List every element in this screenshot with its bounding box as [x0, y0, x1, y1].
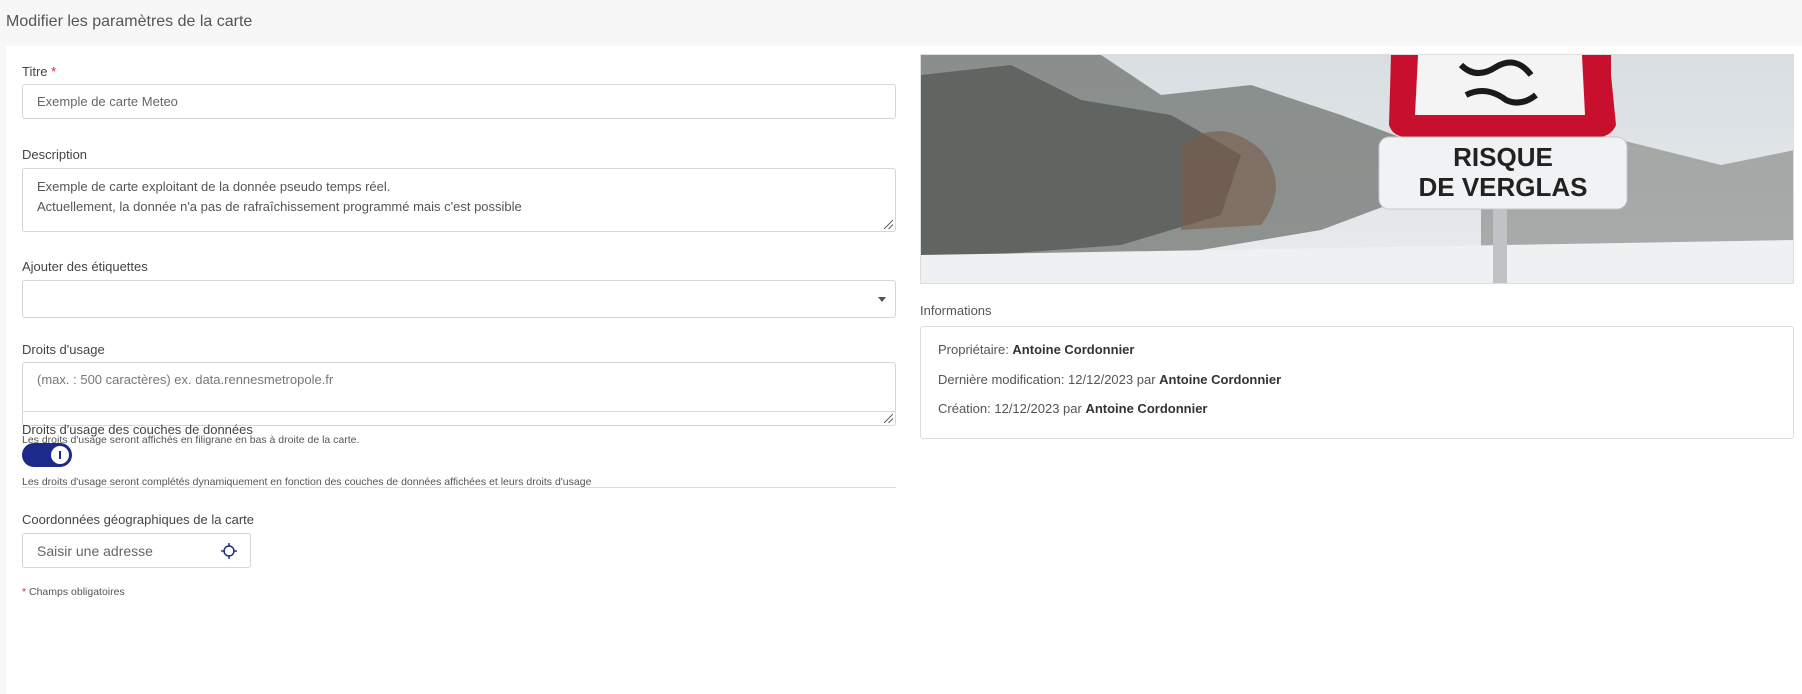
title-field: Titre * Exemple de carte Meteo [22, 64, 896, 119]
sign-text-line-2: DE VERGLAS [1418, 172, 1587, 202]
usage-rights-textarea[interactable]: (max. : 500 caractères) ex. data.rennesm… [22, 362, 896, 426]
toggle-knob [51, 446, 69, 464]
settings-panel: Titre * Exemple de carte Meteo Descripti… [6, 46, 1802, 694]
tags-field: Ajouter des étiquettes [22, 259, 896, 318]
info-section-label: Informations [920, 303, 992, 318]
owner-name: Antoine Cordonnier [1012, 342, 1135, 357]
address-input[interactable]: Saisir une adresse [22, 533, 251, 568]
tags-select[interactable] [22, 280, 896, 318]
layer-rights-toggle[interactable] [22, 443, 72, 467]
title-input[interactable]: Exemple de carte Meteo [22, 84, 896, 119]
coordinates-field: Coordonnées géographiques de la carte Sa… [22, 512, 254, 568]
created-by: Antoine Cordonnier [1085, 401, 1208, 416]
usage-rights-placeholder: (max. : 500 caractères) ex. data.rennesm… [37, 372, 334, 387]
owner-line: Propriétaire: Antoine Cordonnier [938, 340, 1776, 370]
layer-rights-field: Droits d'usage des couches de données Le… [22, 422, 591, 488]
description-field: Description Exemple de carte exploitant … [22, 147, 896, 232]
info-box: Propriétaire: Antoine Cordonnier Dernièr… [920, 326, 1794, 439]
required-mark: * [51, 64, 57, 79]
modified-label: Dernière modification: 12/12/2023 par [938, 371, 1160, 387]
owner-label: Propriétaire: [938, 342, 1013, 357]
description-textarea[interactable]: Exemple de carte exploitant de la donnée… [22, 168, 896, 232]
tags-label: Ajouter des étiquettes [22, 259, 148, 274]
title-label: Titre [22, 64, 48, 79]
description-line-2: Actuellement, la donnée n'a pas de rafra… [37, 198, 522, 214]
divider [22, 487, 896, 488]
layer-rights-label: Droits d'usage des couches de données [22, 422, 253, 437]
modified-line: Dernière modification: 12/12/2023 par An… [938, 370, 1776, 400]
locate-crosshair-icon[interactable] [221, 543, 237, 559]
page-title: Modifier les paramètres de la carte [0, 0, 1802, 44]
description-label: Description [22, 147, 88, 162]
sign-text-line-1: RISQUE [1453, 142, 1553, 172]
description-line-1: Exemple de carte exploitant de la donnée… [37, 179, 391, 194]
divider [22, 411, 896, 412]
resize-handle-icon[interactable] [884, 220, 893, 229]
map-thumbnail-image: RISQUE DE VERGLAS [920, 54, 1794, 284]
resize-handle-icon[interactable] [884, 414, 893, 423]
winter-road-photo: RISQUE DE VERGLAS [921, 55, 1793, 283]
created-label: Création: 12/12/2023 par [938, 401, 1086, 416]
required-fields-note: * Champs obligatoires [22, 586, 125, 598]
info-column: RISQUE DE VERGLAS Informations Propriéta… [920, 54, 1800, 439]
created-line: Création: 12/12/2023 par Antoine Cordonn… [938, 399, 1776, 429]
usage-rights-label: Droits d'usage [22, 342, 105, 357]
required-note-text: Champs obligatoires [26, 586, 125, 598]
coordinates-label: Coordonnées géographiques de la carte [22, 512, 255, 527]
caret-down-icon[interactable] [878, 297, 886, 302]
address-placeholder: Saisir une adresse [37, 543, 153, 559]
modified-by: Antoine Cordonnier [1159, 371, 1282, 387]
